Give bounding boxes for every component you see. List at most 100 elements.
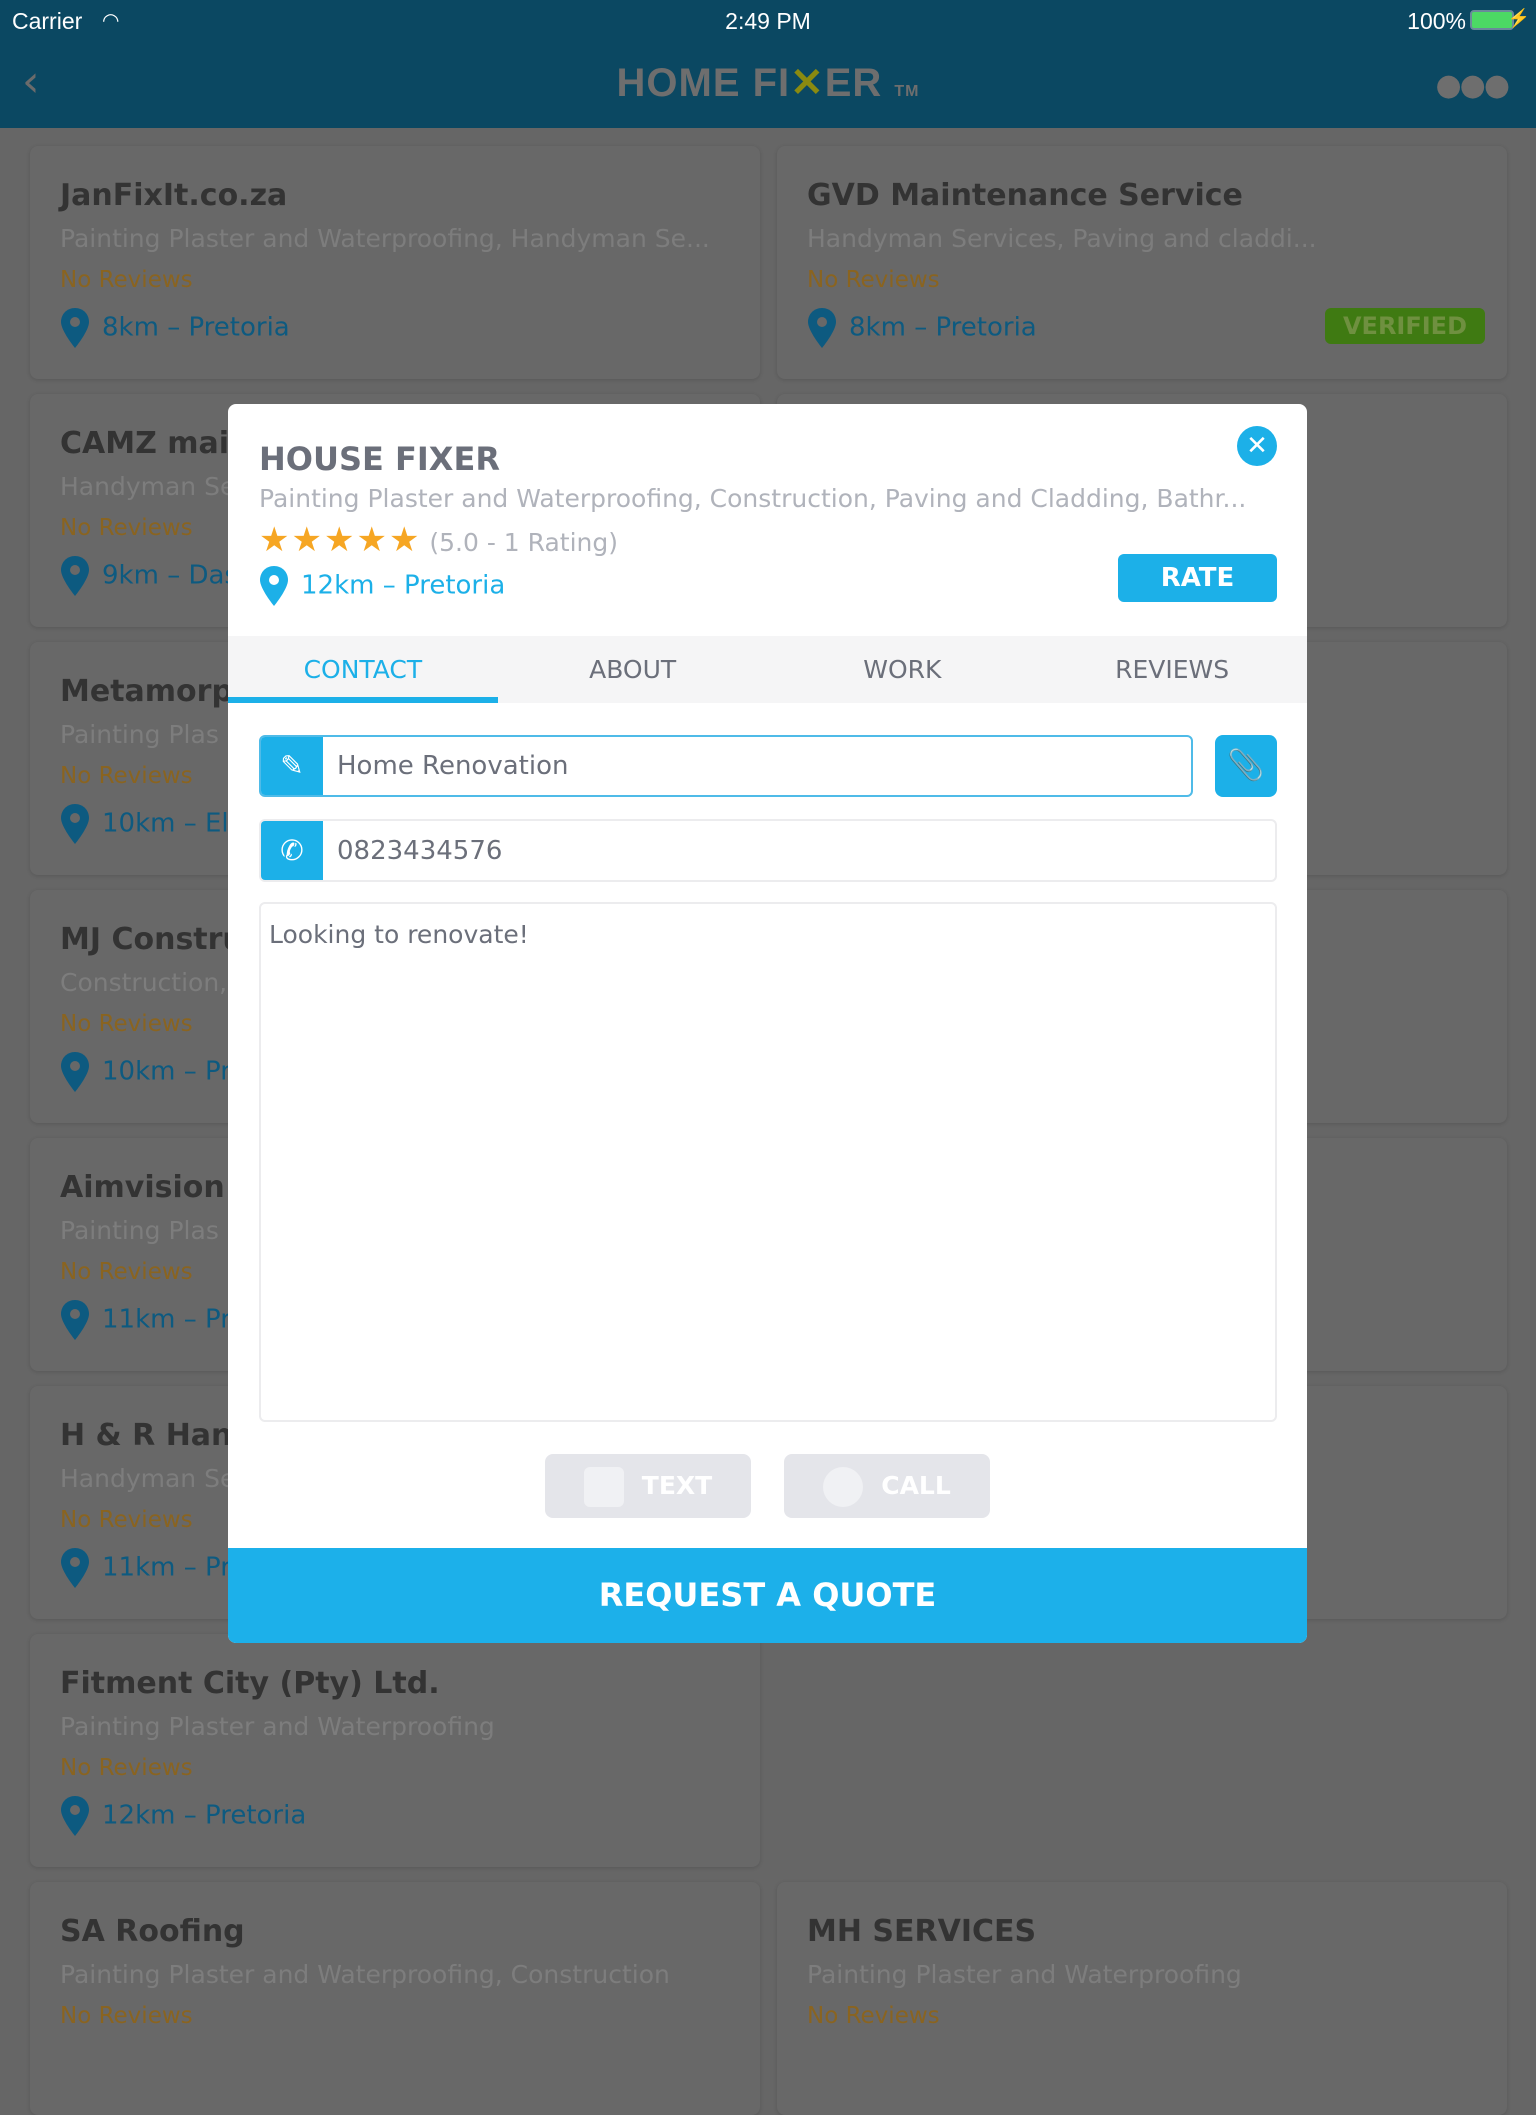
request-quote-button[interactable]: REQUEST A QUOTE <box>228 1548 1307 1643</box>
status-bar: Carrier ◠ 2:49 PM 100% ⚡ <box>0 0 1536 40</box>
star-icon: ★ <box>356 520 387 560</box>
logo-tm: TM <box>894 83 920 100</box>
provider-name: HOUSE FIXER <box>259 440 500 478</box>
listing-reviews: No Reviews <box>60 1259 193 1285</box>
location-text: 10km – Pre <box>102 1056 247 1087</box>
chat-bubble-icon <box>583 1467 624 1507</box>
listing-title: GVD Maintenance Service <box>807 178 1243 213</box>
tab-about[interactable]: ABOUT <box>498 636 768 703</box>
rate-button[interactable]: RATE <box>1118 554 1277 602</box>
location-pin-icon <box>260 566 288 606</box>
listing-services: Painting Plas <box>60 720 219 749</box>
listing-location: 11km – Pre <box>60 1548 246 1588</box>
listing-reviews: No Reviews <box>60 763 193 789</box>
listing-title: Metamorp <box>60 674 233 709</box>
ellipsis-icon: ●●● <box>1435 68 1510 103</box>
listing-reviews: No Reviews <box>60 1507 193 1533</box>
attach-button[interactable]: 📎 <box>1215 735 1277 797</box>
listing-title: JanFixIt.co.za <box>60 178 288 213</box>
tab-bar: CONTACT ABOUT WORK REVIEWS <box>228 636 1307 703</box>
listing-title: CAMZ mai <box>60 426 230 461</box>
phone-input[interactable]: ✆ 0823434576 <box>259 819 1277 882</box>
listing-services: Construction, <box>60 968 228 997</box>
listing-reviews: No Reviews <box>60 2003 193 2029</box>
location-pin-icon <box>61 1796 89 1836</box>
location-pin-icon <box>61 1300 89 1340</box>
listing-services: Handyman Se <box>60 1464 236 1493</box>
pencil-icon: ✎ <box>261 737 323 795</box>
listing-card[interactable]: GVD Maintenance Service Handyman Service… <box>777 146 1507 379</box>
verified-badge: VERIFIED <box>1324 308 1485 344</box>
close-button[interactable]: ✕ <box>1237 426 1277 466</box>
location-pin-icon <box>61 308 89 348</box>
subject-input[interactable]: ✎ Home Renovation <box>259 735 1193 797</box>
phone-icon <box>823 1467 864 1507</box>
text-button[interactable]: TEXT <box>545 1454 751 1518</box>
phone-icon: ✆ <box>261 821 323 880</box>
listing-services: Painting Plaster and Waterproofing, Cons… <box>60 1960 670 1989</box>
more-button[interactable]: ●●● <box>1435 68 1510 103</box>
provider-services: Painting Plaster and Waterproofing, Cons… <box>259 484 1247 513</box>
listing-card[interactable]: Fitment City (Pty) Ltd. Painting Plaster… <box>30 1634 760 1867</box>
call-button[interactable]: CALL <box>784 1454 990 1518</box>
star-icon: ★ <box>291 520 322 560</box>
listing-services: Painting Plaster and Waterproofing, Hand… <box>60 224 710 253</box>
logo-text: ER <box>824 61 883 105</box>
listing-title: MH SERVICES <box>807 1914 1037 1949</box>
paperclip-icon: 📎 <box>1227 748 1265 783</box>
listing-card[interactable]: MH SERVICES Painting Plaster and Waterpr… <box>777 1882 1507 2115</box>
location-text: 11km – Pre <box>102 1552 247 1583</box>
provider-location: 12km – Pretoria <box>259 566 505 606</box>
tab-reviews[interactable]: REVIEWS <box>1037 636 1307 703</box>
battery-percent: 100% <box>1407 8 1466 34</box>
close-icon: ✕ <box>1246 431 1268 461</box>
rating-text: (5.0 - 1 Rating) <box>429 528 619 557</box>
listing-services: Painting Plaster and Waterproofing <box>807 1960 1242 1989</box>
home-fixer-logo: HOME FI✕ER TM <box>0 60 1536 106</box>
location-pin-icon <box>61 1548 89 1588</box>
message-textarea[interactable]: Looking to renovate! <box>259 902 1277 1422</box>
nav-header: ‹ HOME FI✕ER TM ●●● <box>0 40 1536 128</box>
listing-services: Painting Plaster and Waterproofing <box>60 1712 495 1741</box>
listing-reviews: No Reviews <box>807 267 940 293</box>
listing-location: 8km – Pretoria <box>807 308 1037 348</box>
tab-contact[interactable]: CONTACT <box>228 636 498 703</box>
location-text: 8km – Pretoria <box>849 312 1037 343</box>
listing-services: Handyman Services, Paving and claddi... <box>807 224 1317 253</box>
tab-work[interactable]: WORK <box>768 636 1038 703</box>
text-label: TEXT <box>641 1471 713 1500</box>
listing-location: 11km – Pre <box>60 1300 246 1340</box>
listing-reviews: No Reviews <box>60 515 193 541</box>
clock: 2:49 PM <box>725 8 811 34</box>
star-icon: ★ <box>323 520 355 560</box>
phone-value: 0823434576 <box>337 836 503 866</box>
location-text: 9km – Das <box>102 560 238 591</box>
star-icon: ★ <box>388 520 420 560</box>
logo-text: HOME FI <box>616 61 791 105</box>
location-pin-icon <box>61 1052 89 1092</box>
listing-title: SA Roofing <box>60 1914 245 1949</box>
listing-location: 9km – Das <box>60 556 238 596</box>
location-text: 10km – Ela <box>102 808 245 839</box>
listing-services: Handyman Se <box>60 472 236 501</box>
call-label: CALL <box>881 1471 951 1500</box>
wrench-icon: ✕ <box>790 61 825 105</box>
listing-reviews: No Reviews <box>60 1755 193 1781</box>
rating: ★★★★★ (5.0 - 1 Rating) <box>259 520 618 560</box>
listing-location: 10km – Pre <box>60 1052 246 1092</box>
listing-title: Fitment City (Pty) Ltd. <box>60 1666 440 1701</box>
location-pin-icon <box>61 804 89 844</box>
listing-card[interactable]: JanFixIt.co.za Painting Plaster and Wate… <box>30 146 760 379</box>
location-pin-icon <box>808 308 836 348</box>
subject-value: Home Renovation <box>337 751 569 781</box>
listing-card[interactable]: SA Roofing Painting Plaster and Waterpro… <box>30 1882 760 2115</box>
listing-services: Painting Plas <box>60 1216 219 1245</box>
location-text: 12km – Pretoria <box>301 570 506 601</box>
listing-location: 8km – Pretoria <box>60 308 290 348</box>
listing-reviews: No Reviews <box>807 2003 940 2029</box>
listing-reviews: No Reviews <box>60 267 193 293</box>
star-icon: ★ <box>259 520 290 560</box>
listing-title: H & R Hand <box>60 1418 254 1453</box>
listing-location: 12km – Pretoria <box>60 1796 306 1836</box>
listing-location: 10km – Ela <box>60 804 245 844</box>
